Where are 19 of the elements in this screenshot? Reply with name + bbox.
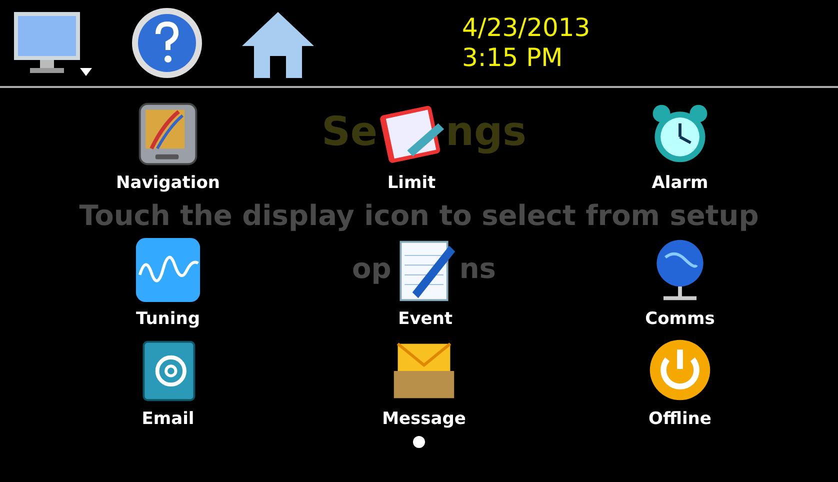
settings-tile[interactable]: Limit: [378, 100, 446, 194]
instruction-text: ns: [459, 252, 496, 286]
home-icon[interactable]: [240, 10, 316, 80]
help-icon[interactable]: [130, 6, 204, 80]
settings-title: ngs: [446, 108, 526, 156]
settings-tile[interactable]: Alarm: [646, 100, 714, 194]
settings-tile[interactable]: Message: [382, 336, 466, 430]
settings-tile[interactable]: Email: [134, 336, 202, 430]
settings-tile[interactable]: Offline: [646, 336, 714, 430]
instruction-text: Touch the display icon to select from setup: [79, 200, 759, 232]
settings-title: Se: [322, 108, 378, 156]
line-chart-icon: [134, 236, 202, 304]
time-text: 3:15 PM: [462, 43, 564, 73]
settings-tile[interactable]: Comms: [645, 236, 715, 330]
settings-tile[interactable]: Event: [391, 236, 460, 330]
instruction-text: op: [352, 252, 392, 286]
settings-tile[interactable]: Navigation: [116, 100, 220, 194]
settings-tile[interactable]: Tuning: [134, 236, 202, 330]
date-text: 4/23/2013: [462, 13, 590, 43]
